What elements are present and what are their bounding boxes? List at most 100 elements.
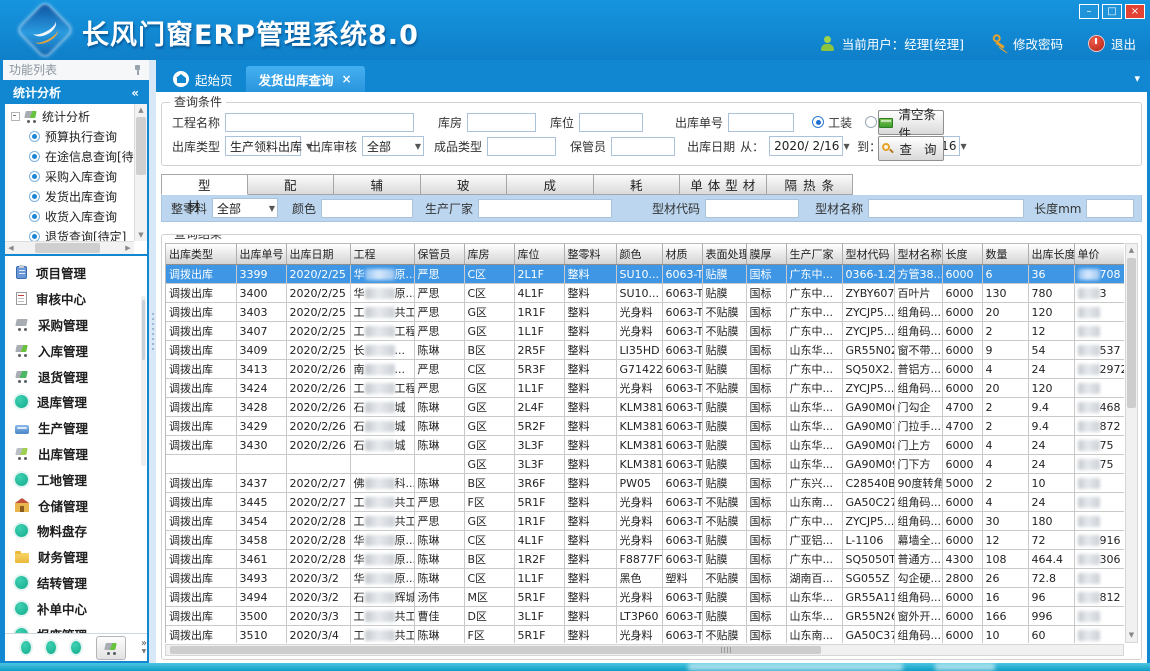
tab-shipping-query[interactable]: 发货出库查询 × <box>246 66 365 92</box>
toolbar-overflow-chevron[interactable]: » ▼ <box>141 640 147 656</box>
tree-item-4[interactable]: 收货入库查询 <box>7 206 134 226</box>
column-header[interactable]: 型材名称 <box>894 244 942 265</box>
column-header[interactable]: 整零料 <box>564 244 616 265</box>
material-tab-2[interactable]: 辅材 <box>334 174 421 195</box>
table-row[interactable]: G区3L3F整料KLM38176063-T5贴膜国标山东华...GA90M09.… <box>166 455 1124 474</box>
change-password-link[interactable]: 修改密码 <box>1013 34 1063 53</box>
table-row[interactable]: 调拨出库34582020/2/28华原...陈琳C区4L1F整料光身料6063-… <box>166 531 1124 550</box>
scroll-up-icon[interactable]: ▲ <box>135 104 147 116</box>
sidebar-module-2[interactable]: 采购管理 <box>5 312 147 338</box>
toolbar-cart-button[interactable] <box>96 636 126 660</box>
whole-part-select[interactable]: 全部▼ <box>212 198 278 218</box>
table-row[interactable]: 调拨出库34612020/2/28华原...陈琳B区1R2F整料F8877FT6… <box>166 550 1124 569</box>
tree-item-2[interactable]: 采购入库查询 <box>7 166 134 186</box>
section-header-stats[interactable]: 统计分析 « <box>5 82 147 104</box>
tree-item-3[interactable]: 发货出库查询 <box>7 186 134 206</box>
keeper-input[interactable] <box>611 137 675 156</box>
grid-vscrollbar[interactable]: ▲ ▼ <box>1125 243 1138 643</box>
tree-item-0[interactable]: 预算执行查询 <box>7 126 134 146</box>
out-type-select[interactable]: 生产领料出库▼ <box>225 136 301 156</box>
column-header[interactable]: 库房 <box>464 244 514 265</box>
sidebar-module-7[interactable]: 出库管理 <box>5 441 147 467</box>
order-no-input[interactable] <box>728 113 794 132</box>
column-header[interactable]: 工程 <box>350 244 414 265</box>
sidebar-module-1[interactable]: 审核中心 <box>5 286 147 312</box>
close-button[interactable]: × <box>1125 4 1145 19</box>
project-name-input[interactable] <box>225 113 414 132</box>
manufacturer-input[interactable] <box>478 199 612 218</box>
column-header[interactable]: 型材代码 <box>842 244 894 265</box>
radio-work-install[interactable] <box>812 116 824 128</box>
table-row[interactable]: 调拨出库34542020/2/28工共工程严思G区1R1F整料光身料6063-T… <box>166 512 1124 531</box>
sidebar-module-5[interactable]: 退库管理 <box>5 389 147 415</box>
table-row[interactable]: 调拨出库34292020/2/26石城陈琳G区5R2F整料KLM38176063… <box>166 417 1124 436</box>
date-from-picker[interactable]: 2020/ 2/16▼ <box>769 136 843 156</box>
column-header[interactable]: 长度 <box>942 244 982 265</box>
table-row[interactable]: 调拨出库34132020/2/26南...严思C区5R3F整料G71422606… <box>166 360 1124 379</box>
table-row[interactable]: 调拨出库35002020/3/3工共工程曹佳D区3L1F整料LT3P606063… <box>166 607 1124 626</box>
sidebar-module-3[interactable]: 入库管理 <box>5 337 147 363</box>
audit-select[interactable]: 全部▼ <box>362 136 424 156</box>
minimize-button[interactable]: – <box>1079 4 1099 19</box>
scroll-left-icon[interactable]: ◀ <box>5 242 17 254</box>
sidebar-module-12[interactable]: 结转管理 <box>5 570 147 596</box>
table-row[interactable]: 调拨出库34372020/2/27佛科...陈琳B区3R6F整料PW056063… <box>166 474 1124 493</box>
table-row[interactable]: 调拨出库34302020/2/26石城陈琳G区3L3F整料KLM38176063… <box>166 436 1124 455</box>
column-header[interactable]: 出库单号 <box>236 244 286 265</box>
column-header[interactable]: 单价 <box>1074 244 1124 265</box>
profile-code-input[interactable] <box>705 199 799 218</box>
column-header[interactable]: 出库日期 <box>286 244 350 265</box>
sidebar-module-8[interactable]: 工地管理 <box>5 466 147 492</box>
scroll-up-icon[interactable]: ▲ <box>1126 244 1137 257</box>
material-tab-7[interactable]: 隔热条 <box>767 174 854 195</box>
tree-expander-icon[interactable] <box>11 112 20 121</box>
profile-name-input[interactable] <box>868 199 1024 218</box>
warehouse-input[interactable] <box>467 113 536 132</box>
tree-root-stats[interactable]: 统计分析 <box>7 106 134 126</box>
tree-vscroll-thumb[interactable] <box>136 117 146 175</box>
length-input[interactable] <box>1086 199 1134 218</box>
sidebar-module-11[interactable]: 财务管理 <box>5 544 147 570</box>
maximize-button[interactable]: □ <box>1102 4 1122 19</box>
table-row[interactable]: 调拨出库34072020/2/25工工程严思G区1L1F整料光身料6063-T5… <box>166 322 1124 341</box>
table-row[interactable]: 调拨出库34032020/2/25工共工程严思G区1R1F整料光身料6063-T… <box>166 303 1124 322</box>
column-header[interactable]: 出库长度 <box>1028 244 1074 265</box>
toolbar-dot-icon[interactable] <box>46 641 56 654</box>
column-header[interactable]: 材质 <box>662 244 702 265</box>
sidebar-module-4[interactable]: 退货管理 <box>5 363 147 389</box>
scroll-down-icon[interactable]: ▼ <box>1126 629 1137 642</box>
table-row[interactable]: 调拨出库33992020/2/25华原...严思C区2L1F整料SU10...6… <box>166 265 1124 284</box>
sidebar-module-9[interactable]: 仓储管理 <box>5 492 147 518</box>
module-scrollbar[interactable] <box>141 296 146 466</box>
tab-close-icon[interactable]: × <box>342 72 352 86</box>
column-header[interactable]: 生产厂家 <box>786 244 842 265</box>
material-tab-5[interactable]: 耗材 <box>594 174 681 195</box>
sidebar-module-13[interactable]: 补单中心 <box>5 595 147 621</box>
sidebar-splitter[interactable] <box>149 60 156 663</box>
tab-home[interactable]: 起始页 <box>160 66 246 92</box>
grid-vscroll-thumb[interactable] <box>1127 258 1136 408</box>
sidebar-module-6[interactable]: 生产管理 <box>5 415 147 441</box>
material-tab-3[interactable]: 玻璃 <box>421 174 508 195</box>
table-row[interactable]: 调拨出库35102020/3/4工共工程陈琳F区5R1F整料光身料6063-T5… <box>166 626 1124 644</box>
location-input[interactable] <box>579 113 643 132</box>
material-tab-4[interactable]: 成品 <box>507 174 594 195</box>
tree-vscrollbar[interactable]: ▲ ▼ <box>134 104 147 241</box>
column-header[interactable]: 出库类型 <box>166 244 236 265</box>
tree-item-5[interactable]: 退货查询[待定] <box>7 226 134 241</box>
table-row[interactable]: 调拨出库34932020/3/2华原...陈琳C区1L1F整料黑色塑料不贴膜国标… <box>166 569 1124 588</box>
tree-hscrollbar[interactable]: ◀ ▶ <box>5 241 134 254</box>
tree-item-1[interactable]: 在途信息查询[待 <box>7 146 134 166</box>
product-type-input[interactable] <box>487 137 556 156</box>
radio-home-install[interactable] <box>865 116 877 128</box>
clear-conditions-button[interactable]: 清空条件 <box>878 110 944 135</box>
pin-icon[interactable] <box>134 65 142 75</box>
column-header[interactable]: 库位 <box>514 244 564 265</box>
color-input[interactable] <box>321 199 413 218</box>
table-row[interactable]: 调拨出库34242020/2/26工工程严思G区1L1F整料光身料6063-T5… <box>166 379 1124 398</box>
toolbar-dot-icon[interactable] <box>21 641 31 654</box>
column-header[interactable]: 保管员 <box>414 244 464 265</box>
table-row[interactable]: 调拨出库34002020/2/25华原...严思C区4L1F整料SU10...6… <box>166 284 1124 303</box>
grid-hscrollbar[interactable] <box>165 644 1124 656</box>
sidebar-module-10[interactable]: 物料盘存 <box>5 518 147 544</box>
